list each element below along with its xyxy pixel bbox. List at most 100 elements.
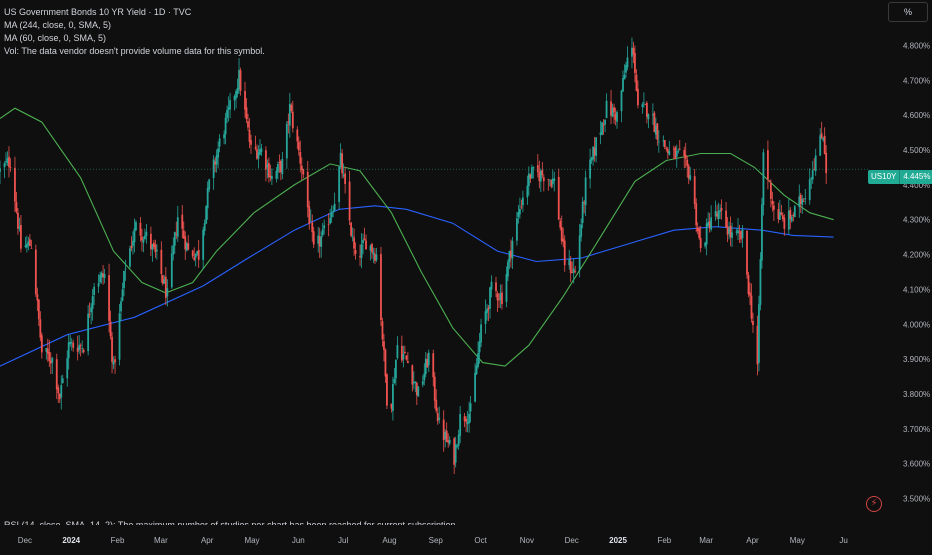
y-tick-label: 4.300% bbox=[903, 216, 930, 225]
candle bbox=[620, 89, 623, 123]
candle bbox=[327, 213, 330, 237]
x-tick-label: Apr bbox=[746, 536, 759, 545]
candle bbox=[212, 155, 215, 190]
candle bbox=[302, 168, 305, 179]
candle bbox=[386, 373, 388, 409]
y-tick-label: 4.600% bbox=[903, 111, 930, 120]
candle bbox=[793, 204, 796, 218]
candle bbox=[17, 208, 19, 235]
candle bbox=[380, 246, 382, 327]
legend-ma-long[interactable]: MA (244, close, 0, SMA, 5) bbox=[4, 19, 265, 32]
candle bbox=[427, 349, 430, 373]
candle bbox=[668, 140, 671, 156]
x-tick-label: Apr bbox=[201, 536, 214, 545]
x-tick-label: Dec bbox=[565, 536, 579, 545]
candle bbox=[239, 67, 242, 96]
x-tick-label: 2025 bbox=[609, 536, 627, 545]
candle bbox=[129, 245, 131, 269]
candle bbox=[496, 290, 499, 313]
y-tick-label: 4.100% bbox=[903, 285, 930, 294]
legend-volume: Vol: The data vendor doesn't provide vol… bbox=[4, 46, 265, 56]
candle bbox=[622, 70, 624, 92]
candle bbox=[405, 355, 408, 361]
candle bbox=[333, 192, 336, 212]
x-tick-label: May bbox=[790, 536, 805, 545]
candle bbox=[360, 233, 363, 269]
candle bbox=[285, 121, 288, 169]
candle bbox=[759, 252, 762, 311]
candle bbox=[268, 157, 270, 183]
y-tick-label: 4.500% bbox=[903, 146, 930, 155]
y-tick-label: 3.700% bbox=[903, 425, 930, 434]
candle bbox=[530, 164, 533, 179]
candle bbox=[350, 221, 352, 238]
candle bbox=[808, 168, 811, 205]
candle bbox=[176, 205, 179, 242]
candle bbox=[616, 110, 618, 129]
candle bbox=[737, 218, 739, 240]
candle bbox=[338, 165, 341, 210]
candle bbox=[265, 146, 267, 182]
candle bbox=[489, 286, 491, 319]
candle bbox=[601, 121, 603, 136]
candle bbox=[164, 266, 167, 306]
chart-container[interactable]: 3.500% 3.600% 3.700% 3.800% 3.900% 4.000% 4.10… bbox=[0, 0, 932, 550]
candle bbox=[396, 336, 399, 360]
unit-selector[interactable]: % bbox=[888, 2, 928, 22]
y-tick-label: 3.900% bbox=[903, 355, 930, 364]
candle bbox=[8, 146, 10, 178]
candle bbox=[51, 356, 54, 374]
y-tick-label: 4.800% bbox=[903, 41, 930, 50]
candle bbox=[61, 374, 64, 384]
candle bbox=[811, 160, 814, 184]
candle bbox=[595, 137, 597, 163]
x-tick-label: Jul bbox=[338, 536, 348, 545]
candle bbox=[645, 100, 648, 124]
ma-long-layer bbox=[0, 205, 834, 367]
legend-ma-short[interactable]: MA (60, close, 0, SMA, 5) bbox=[4, 32, 265, 45]
candle bbox=[581, 196, 584, 229]
candle bbox=[371, 242, 373, 259]
candle bbox=[780, 204, 783, 216]
candle bbox=[348, 170, 351, 225]
candle bbox=[191, 249, 194, 259]
candle bbox=[589, 148, 592, 189]
candle bbox=[40, 332, 43, 359]
candle bbox=[0, 160, 1, 185]
candle bbox=[695, 198, 698, 233]
candle bbox=[823, 127, 826, 155]
price-chart[interactable]: 3.500% 3.600% 3.700% 3.800% 3.900% 4.000% 4.10… bbox=[0, 0, 932, 550]
candle bbox=[714, 200, 717, 221]
candle bbox=[720, 199, 723, 220]
candle bbox=[521, 190, 524, 213]
y-tick-label: 3.600% bbox=[903, 460, 930, 469]
candle bbox=[187, 235, 190, 251]
candle bbox=[584, 170, 587, 217]
candle bbox=[20, 214, 22, 253]
lightning-icon[interactable]: ⚡ bbox=[866, 496, 882, 512]
candle bbox=[767, 140, 769, 190]
candle bbox=[761, 197, 763, 269]
candle bbox=[202, 226, 205, 270]
legend: US Government Bonds 10 YR Yield · 1D · T… bbox=[4, 6, 265, 58]
y-tick-label: 3.800% bbox=[903, 390, 930, 399]
candle bbox=[411, 364, 414, 392]
x-tick-label: Oct bbox=[474, 536, 487, 545]
candle bbox=[563, 235, 566, 272]
candle bbox=[516, 211, 518, 246]
chart-title[interactable]: US Government Bonds 10 YR Yield · 1D · T… bbox=[4, 6, 265, 19]
candle bbox=[610, 89, 612, 125]
y-tick-label: 3.500% bbox=[903, 495, 930, 504]
x-tick-label: Aug bbox=[382, 536, 396, 545]
candle bbox=[448, 436, 451, 446]
candle bbox=[288, 93, 291, 138]
candle bbox=[717, 202, 720, 227]
last-price-symbol: US10Y bbox=[868, 170, 900, 184]
candle bbox=[321, 222, 324, 238]
candle bbox=[281, 151, 284, 180]
last-price-value: 4.445% bbox=[899, 170, 932, 184]
candle bbox=[604, 119, 606, 133]
candle bbox=[626, 46, 629, 71]
candle bbox=[3, 161, 6, 179]
x-tick-label: Dec bbox=[18, 536, 32, 545]
